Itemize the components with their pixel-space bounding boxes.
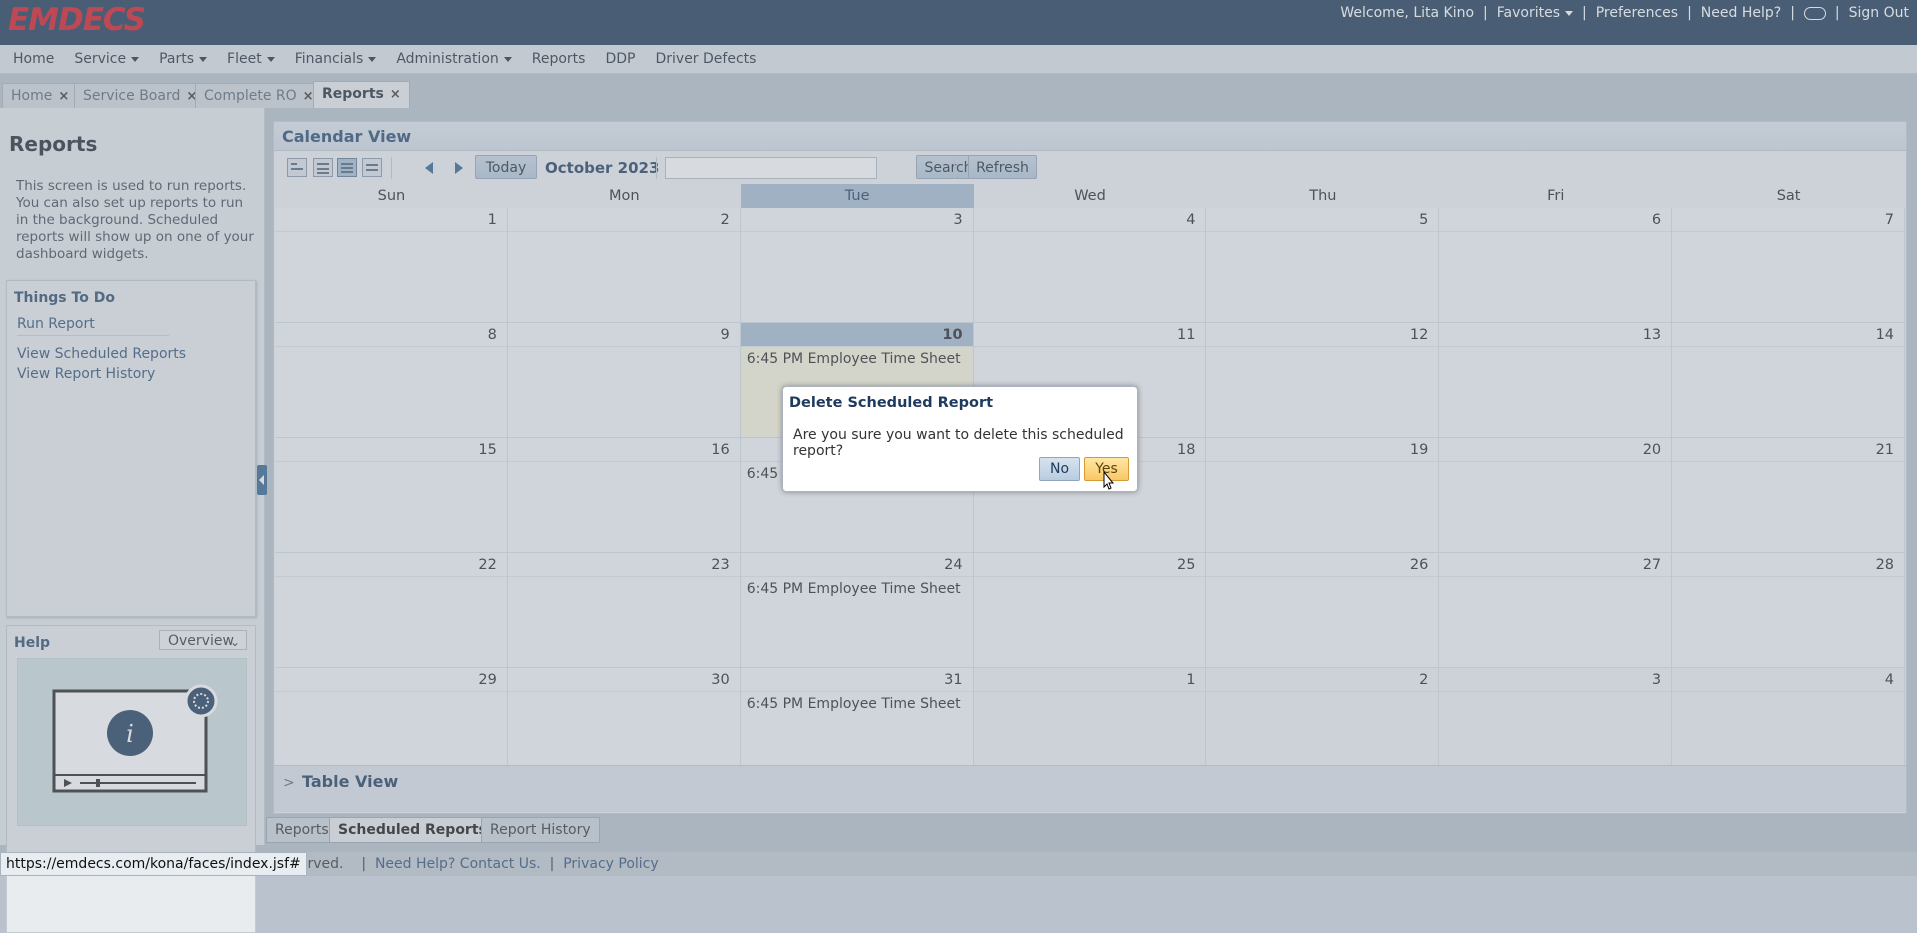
- dialog-title: Delete Scheduled Report: [789, 395, 994, 411]
- dialog-message: Are you sure you want to delete this sch…: [793, 427, 1124, 459]
- no-button[interactable]: No: [1039, 457, 1080, 481]
- mouse-cursor-icon: [1103, 471, 1115, 490]
- delete-confirm-dialog: Delete Scheduled Report Are you sure you…: [782, 386, 1138, 492]
- browser-status-url: https://emdecs.com/kona/faces/index.jsf#: [0, 852, 307, 876]
